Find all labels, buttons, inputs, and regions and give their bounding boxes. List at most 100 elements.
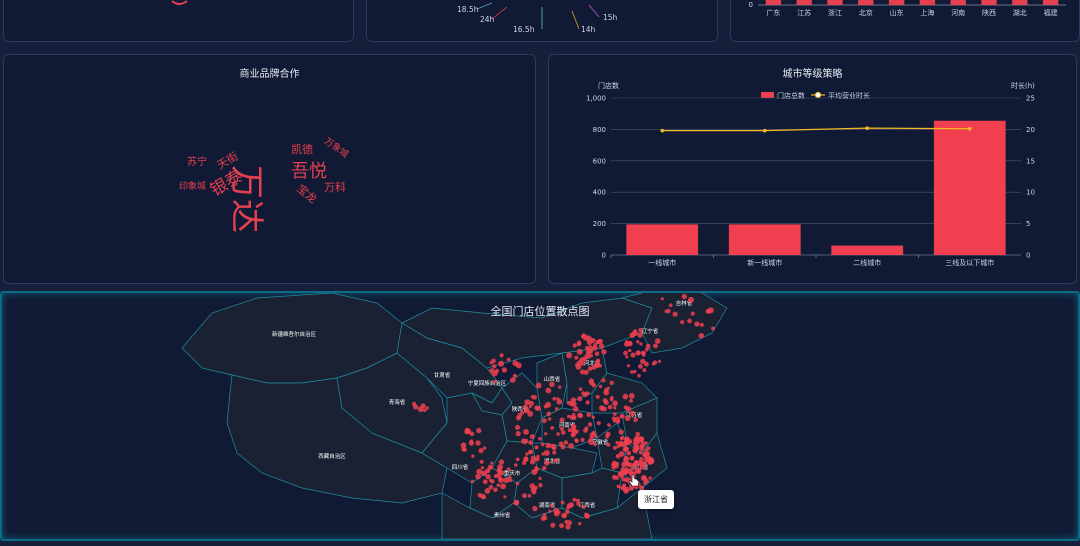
store-dot[interactable]: [589, 436, 594, 440]
line-point[interactable]: [762, 128, 767, 133]
store-dot[interactable]: [627, 348, 632, 353]
store-dot[interactable]: [525, 452, 529, 456]
store-dot[interactable]: [485, 474, 491, 480]
store-dot[interactable]: [624, 415, 631, 421]
top-right-bar[interactable]: [950, 0, 966, 5]
store-dot[interactable]: [516, 415, 522, 421]
store-dot[interactable]: [471, 454, 475, 458]
store-dot[interactable]: [611, 416, 616, 421]
store-dot[interactable]: [574, 355, 579, 360]
store-dot[interactable]: [585, 400, 590, 405]
store-dot[interactable]: [529, 400, 534, 406]
store-dot[interactable]: [568, 443, 574, 449]
store-dot[interactable]: [541, 452, 545, 456]
store-dot[interactable]: [527, 411, 534, 417]
store-dot[interactable]: [497, 464, 503, 470]
store-dot[interactable]: [654, 338, 661, 344]
top-right-bar[interactable]: [1012, 0, 1028, 5]
store-dot[interactable]: [475, 473, 481, 480]
bar-store-count[interactable]: [728, 224, 801, 255]
store-dot[interactable]: [586, 339, 593, 346]
store-dot[interactable]: [553, 458, 558, 463]
store-dot[interactable]: [622, 393, 629, 400]
store-dot[interactable]: [542, 465, 547, 471]
store-dot[interactable]: [588, 378, 594, 384]
store-dot[interactable]: [546, 411, 552, 417]
store-dot[interactable]: [629, 467, 634, 472]
store-dot[interactable]: [572, 412, 576, 417]
store-dot[interactable]: [500, 483, 506, 490]
store-dot[interactable]: [503, 477, 510, 484]
store-dot[interactable]: [639, 342, 643, 346]
store-dot[interactable]: [609, 380, 614, 386]
top-right-bar[interactable]: [888, 0, 905, 5]
store-dot[interactable]: [493, 379, 497, 384]
china-scatter-map[interactable]: 新疆维吾尔自治区西藏自治区 青海省 甘肃省宁夏回族自治区四川省重庆市贵州省 湖南省 江西…: [2, 293, 1078, 539]
top-right-bar[interactable]: [858, 0, 874, 5]
store-dot[interactable]: [634, 446, 640, 451]
store-dot[interactable]: [583, 428, 588, 433]
store-dot[interactable]: [510, 377, 516, 383]
store-dot[interactable]: [625, 355, 629, 359]
store-dot[interactable]: [460, 442, 467, 449]
store-dot[interactable]: [578, 521, 582, 526]
store-dot[interactable]: [637, 373, 641, 378]
store-dot[interactable]: [515, 431, 521, 437]
store-dot[interactable]: [493, 487, 498, 493]
store-dot[interactable]: [642, 351, 646, 355]
store-dot[interactable]: [527, 494, 532, 498]
store-dot[interactable]: [566, 352, 573, 359]
store-dot[interactable]: [567, 520, 573, 526]
store-dot[interactable]: [613, 406, 617, 410]
store-dot[interactable]: [599, 405, 605, 411]
store-dot[interactable]: [699, 322, 704, 327]
store-dot[interactable]: [482, 495, 486, 500]
store-dot[interactable]: [512, 373, 517, 378]
store-dot[interactable]: [598, 363, 602, 368]
store-dot[interactable]: [506, 357, 511, 362]
store-dot[interactable]: [630, 410, 635, 415]
store-dot[interactable]: [581, 333, 586, 338]
store-dot[interactable]: [556, 432, 560, 436]
store-dot[interactable]: [515, 362, 522, 369]
store-dot[interactable]: [584, 353, 591, 360]
store-dot[interactable]: [477, 493, 483, 498]
store-dot[interactable]: [533, 485, 538, 490]
store-dot[interactable]: [586, 412, 592, 418]
store-dot[interactable]: [618, 429, 624, 435]
store-dot[interactable]: [535, 382, 542, 389]
store-dot[interactable]: [642, 476, 647, 481]
store-dot[interactable]: [607, 423, 611, 427]
store-dot[interactable]: [567, 428, 572, 433]
store-dot[interactable]: [576, 340, 582, 345]
store-dot[interactable]: [550, 443, 556, 450]
store-dot[interactable]: [494, 368, 500, 374]
store-dot[interactable]: [413, 404, 419, 410]
store-dot[interactable]: [521, 438, 527, 444]
store-dot[interactable]: [625, 446, 630, 451]
store-dot[interactable]: [493, 473, 499, 479]
store-dot[interactable]: [571, 424, 577, 430]
store-dot[interactable]: [605, 431, 611, 437]
store-dot[interactable]: [542, 516, 548, 521]
store-dot[interactable]: [498, 360, 505, 367]
store-dot[interactable]: [577, 396, 583, 402]
store-dot[interactable]: [593, 442, 597, 447]
store-dot[interactable]: [550, 522, 556, 528]
store-dot[interactable]: [487, 464, 493, 470]
store-dot[interactable]: [492, 364, 497, 369]
store-dot[interactable]: [626, 450, 632, 456]
store-dot[interactable]: [531, 489, 537, 495]
store-dot[interactable]: [629, 399, 633, 403]
store-dot[interactable]: [531, 469, 538, 475]
top-right-bar[interactable]: [981, 0, 997, 5]
store-dot[interactable]: [642, 368, 647, 373]
store-dot[interactable]: [528, 449, 533, 455]
store-dot[interactable]: [529, 459, 535, 465]
bar-store-count[interactable]: [933, 120, 1006, 255]
store-dot[interactable]: [499, 353, 504, 358]
store-dot[interactable]: [538, 483, 543, 488]
store-dot[interactable]: [572, 497, 577, 502]
legend-line-label[interactable]: 平均营业时长: [828, 91, 870, 100]
store-dot[interactable]: [642, 451, 648, 457]
